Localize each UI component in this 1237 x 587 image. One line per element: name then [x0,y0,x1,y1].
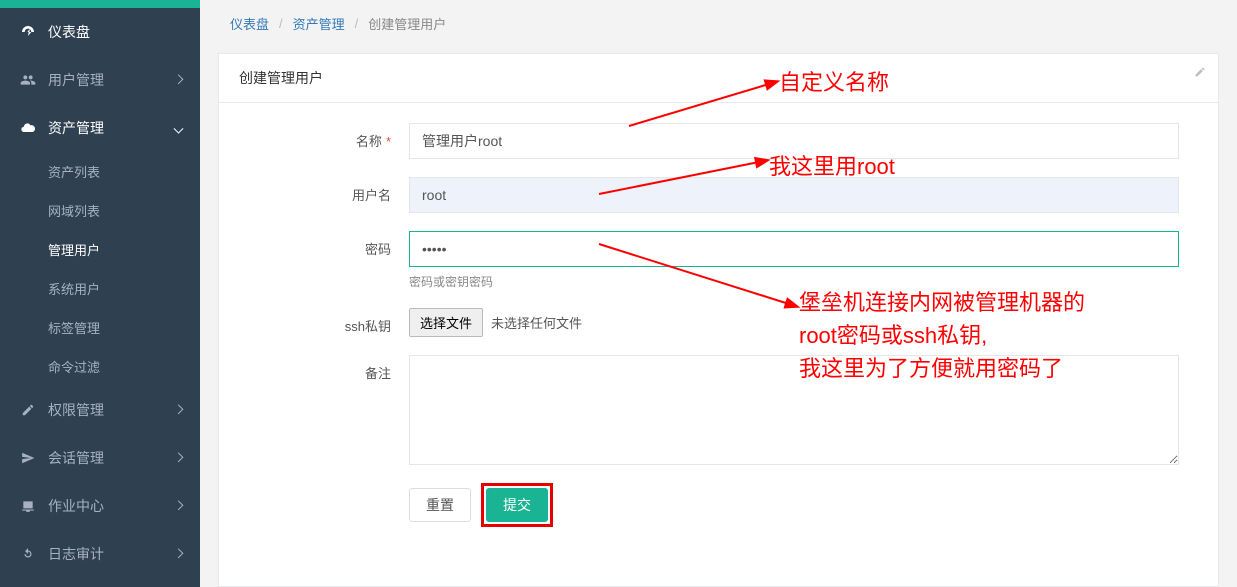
input-name[interactable] [409,123,1179,159]
panel-title: 创建管理用户 [239,70,323,86]
label-sshkey: ssh私钥 [249,308,409,335]
sidebar-item-dashboard[interactable]: 仪表盘 [0,8,200,56]
sidebar-item-log-audit[interactable]: 日志审计 [0,530,200,578]
sidebar-item-label: 仪表盘 [48,22,90,42]
sidebar-item-asset-mgmt[interactable]: 资产管理 [0,104,200,152]
refresh-icon [20,546,36,562]
admin-user-form: 名称* 用户名 密码 密码或密钥密码 ssh私钥 [219,103,1218,547]
input-username[interactable] [409,177,1179,213]
monitor-icon [20,498,36,514]
cloud-icon [20,120,36,136]
sidebar-item-user-mgmt[interactable]: 用户管理 [0,56,200,104]
sidebar-item-label: 日志审计 [48,544,104,564]
edit-icon [20,402,36,418]
label-username: 用户名 [249,177,409,204]
sidebar-item-label: 会话管理 [48,448,104,468]
sidebar-sub-admin-user[interactable]: 管理用户 [0,230,200,269]
reset-button[interactable]: 重置 [409,488,471,522]
input-password[interactable] [409,231,1179,267]
sidebar-sub-asset-list[interactable]: 资产列表 [0,152,200,191]
row-comment: 备注 [249,355,1188,465]
sidebar-sub-system-user[interactable]: 系统用户 [0,269,200,308]
sidebar-sub-label-mgmt[interactable]: 标签管理 [0,308,200,347]
file-status-text: 未选择任何文件 [491,313,582,332]
submit-button[interactable]: 提交 [486,488,548,522]
row-password: 密码 密码或密钥密码 [249,231,1188,290]
textarea-comment[interactable] [409,355,1179,465]
sidebar-item-session-mgmt[interactable]: 会话管理 [0,434,200,482]
sidebar-accent-bar [0,0,200,8]
sidebar-item-label: 用户管理 [48,70,104,90]
sidebar-item-label: 资产管理 [48,118,104,138]
users-icon [20,72,36,88]
sidebar-item-label: 权限管理 [48,400,104,420]
row-sshkey: ssh私钥 选择文件 未选择任何文件 [249,308,1188,337]
form-panel: 创建管理用户 名称* 用户名 密码 [218,53,1219,587]
panel-heading: 创建管理用户 [219,54,1218,103]
main-area: 仪表盘 / 资产管理 / 创建管理用户 创建管理用户 名称* 用户名 [200,0,1237,587]
breadcrumb-dashboard[interactable]: 仪表盘 [230,14,269,33]
button-row: 重置 提交 [409,483,1188,527]
sidebar-item-label: 作业中心 [48,496,104,516]
sidebar-item-job-center[interactable]: 作业中心 [0,482,200,530]
row-name: 名称* [249,123,1188,159]
label-comment: 备注 [249,355,409,382]
send-icon [20,450,36,466]
breadcrumb-sep: / [355,16,359,31]
sidebar-item-perm-mgmt[interactable]: 权限管理 [0,386,200,434]
row-username: 用户名 [249,177,1188,213]
pencil-icon[interactable] [1194,66,1206,78]
breadcrumb-asset[interactable]: 资产管理 [293,14,345,33]
file-choose-button[interactable]: 选择文件 [409,308,483,337]
sidebar-sub-domain-list[interactable]: 网域列表 [0,191,200,230]
required-mark: * [386,134,391,149]
breadcrumb-current: 创建管理用户 [368,14,446,33]
dashboard-icon [20,24,36,40]
submit-highlight-box: 提交 [481,483,553,527]
label-name: 名称* [249,123,409,150]
sidebar-submenu-asset: 资产列表 网域列表 管理用户 系统用户 标签管理 命令过滤 [0,152,200,386]
sidebar: 仪表盘 用户管理 资产管理 资产列表 网域列表 管理用户 系统用户 标签管理 命… [0,0,200,587]
password-help-text: 密码或密钥密码 [409,273,1179,290]
breadcrumb-sep: / [279,16,283,31]
breadcrumb: 仪表盘 / 资产管理 / 创建管理用户 [200,0,1237,43]
label-password: 密码 [249,231,409,258]
sidebar-sub-cmd-filter[interactable]: 命令过滤 [0,347,200,386]
